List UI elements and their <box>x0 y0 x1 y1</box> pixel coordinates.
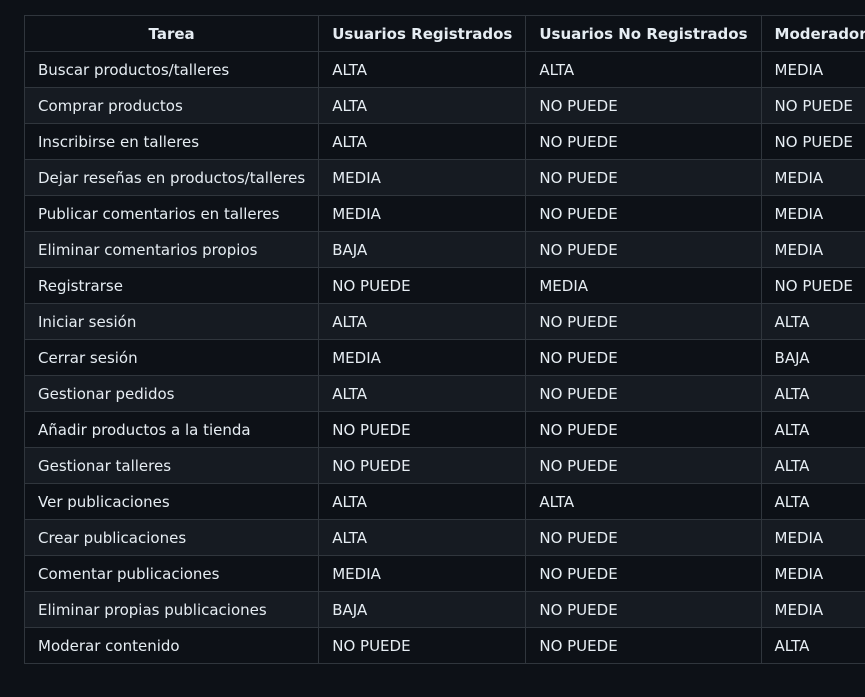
unregistered-cell: MEDIA <box>525 267 762 304</box>
header-registered-users: Usuarios Registrados <box>318 15 527 52</box>
table-row: Ver publicaciones ALTA ALTA ALTA <box>23 483 865 520</box>
unregistered-cell: NO PUEDE <box>525 87 762 124</box>
table-row: Cerrar sesión MEDIA NO PUEDE BAJA <box>23 339 865 376</box>
task-cell: Gestionar talleres <box>23 447 320 484</box>
unregistered-cell: NO PUEDE <box>525 231 762 268</box>
task-cell: Eliminar propias publicaciones <box>23 591 320 628</box>
moderator-cell: MEDIA <box>760 591 865 628</box>
registered-cell: NO PUEDE <box>318 411 527 448</box>
registered-cell: ALTA <box>318 519 527 556</box>
unregistered-cell: ALTA <box>525 51 762 88</box>
moderator-cell: ALTA <box>760 303 865 340</box>
unregistered-cell: ALTA <box>525 483 762 520</box>
table-row: Publicar comentarios en talleres MEDIA NO … <box>23 195 865 232</box>
permissions-table: Tarea Usuarios Registrados Usuarios No R… <box>23 15 865 664</box>
registered-cell: MEDIA <box>318 195 527 232</box>
task-cell: Comentar publicaciones <box>23 555 320 592</box>
task-cell: Iniciar sesión <box>23 303 320 340</box>
table-row: Dejar reseñas en productos/talleres MEDIA… <box>23 159 865 196</box>
table-row: Iniciar sesión ALTA NO PUEDE ALTA <box>23 303 865 340</box>
table-row: Eliminar comentarios propios BAJA NO PUEDE… <box>23 231 865 268</box>
table-row: Comprar productos ALTA NO PUEDE NO PUEDE <box>23 87 865 124</box>
task-cell: Registrarse <box>23 267 320 304</box>
table-row: Buscar productos/talleres ALTA ALTA MEDIA <box>23 51 865 88</box>
moderator-cell: MEDIA <box>760 51 865 88</box>
unregistered-cell: NO PUEDE <box>525 555 762 592</box>
moderator-cell: ALTA <box>760 375 865 412</box>
moderator-cell: ALTA <box>760 411 865 448</box>
registered-cell: ALTA <box>318 483 527 520</box>
moderator-cell: MEDIA <box>760 159 865 196</box>
moderator-cell: NO PUEDE <box>760 123 865 160</box>
registered-cell: NO PUEDE <box>318 267 527 304</box>
moderator-cell: NO PUEDE <box>760 87 865 124</box>
registered-cell: NO PUEDE <box>318 627 527 664</box>
moderator-cell: MEDIA <box>760 195 865 232</box>
unregistered-cell: NO PUEDE <box>525 195 762 232</box>
header-task: Tarea <box>23 15 320 52</box>
registered-cell: ALTA <box>318 51 527 88</box>
unregistered-cell: NO PUEDE <box>525 159 762 196</box>
task-cell: Cerrar sesión <box>23 339 320 376</box>
table-row: Registrarse NO PUEDE MEDIA NO PUEDE <box>23 267 865 304</box>
task-cell: Publicar comentarios en talleres <box>23 195 320 232</box>
moderator-cell: NO PUEDE <box>760 267 865 304</box>
moderator-cell: BAJA <box>760 339 865 376</box>
unregistered-cell: NO PUEDE <box>525 447 762 484</box>
task-cell: Ver publicaciones <box>23 483 320 520</box>
task-cell: Eliminar comentarios propios <box>23 231 320 268</box>
task-cell: Crear publicaciones <box>23 519 320 556</box>
table-row: Inscribirse en talleres ALTA NO PUEDE NO PU… <box>23 123 865 160</box>
header-moderator: Moderador <box>760 15 865 52</box>
task-cell: Moderar contenido <box>23 627 320 664</box>
unregistered-cell: NO PUEDE <box>525 375 762 412</box>
registered-cell: ALTA <box>318 375 527 412</box>
table-row: Crear publicaciones ALTA NO PUEDE MEDIA <box>23 519 865 556</box>
unregistered-cell: NO PUEDE <box>525 591 762 628</box>
moderator-cell: MEDIA <box>760 519 865 556</box>
task-cell: Buscar productos/talleres <box>23 51 320 88</box>
registered-cell: MEDIA <box>318 339 527 376</box>
registered-cell: NO PUEDE <box>318 447 527 484</box>
moderator-cell: ALTA <box>760 447 865 484</box>
table-row: Gestionar talleres NO PUEDE NO PUEDE ALTA <box>23 447 865 484</box>
table-row: Moderar contenido NO PUEDE NO PUEDE ALTA <box>23 627 865 664</box>
table-row: Eliminar propias publicaciones BAJA NO PUE… <box>23 591 865 628</box>
table-row: Comentar publicaciones MEDIA NO PUEDE MEDIA <box>23 555 865 592</box>
registered-cell: MEDIA <box>318 159 527 196</box>
table-row: Gestionar pedidos ALTA NO PUEDE ALTA <box>23 375 865 412</box>
task-cell: Gestionar pedidos <box>23 375 320 412</box>
moderator-cell: ALTA <box>760 483 865 520</box>
table-row: Añadir productos a la tienda NO PUEDE NO P… <box>23 411 865 448</box>
table-header-row: Tarea Usuarios Registrados Usuarios No R… <box>23 15 865 52</box>
registered-cell: MEDIA <box>318 555 527 592</box>
unregistered-cell: NO PUEDE <box>525 627 762 664</box>
unregistered-cell: NO PUEDE <box>525 411 762 448</box>
registered-cell: ALTA <box>318 123 527 160</box>
unregistered-cell: NO PUEDE <box>525 339 762 376</box>
task-cell: Añadir productos a la tienda <box>23 411 320 448</box>
registered-cell: BAJA <box>318 231 527 268</box>
registered-cell: BAJA <box>318 591 527 628</box>
registered-cell: ALTA <box>318 303 527 340</box>
task-cell: Inscribirse en talleres <box>23 123 320 160</box>
unregistered-cell: NO PUEDE <box>525 303 762 340</box>
unregistered-cell: NO PUEDE <box>525 519 762 556</box>
registered-cell: ALTA <box>318 87 527 124</box>
header-unregistered-users: Usuarios No Registrados <box>525 15 762 52</box>
task-cell: Dejar reseñas en productos/talleres <box>23 159 320 196</box>
table-body: Buscar productos/talleres ALTA ALTA MEDIA Co… <box>23 51 865 664</box>
task-cell: Comprar productos <box>23 87 320 124</box>
moderator-cell: MEDIA <box>760 231 865 268</box>
unregistered-cell: NO PUEDE <box>525 123 762 160</box>
moderator-cell: MEDIA <box>760 555 865 592</box>
moderator-cell: ALTA <box>760 627 865 664</box>
page: Tarea Usuarios Registrados Usuarios No R… <box>0 0 865 697</box>
